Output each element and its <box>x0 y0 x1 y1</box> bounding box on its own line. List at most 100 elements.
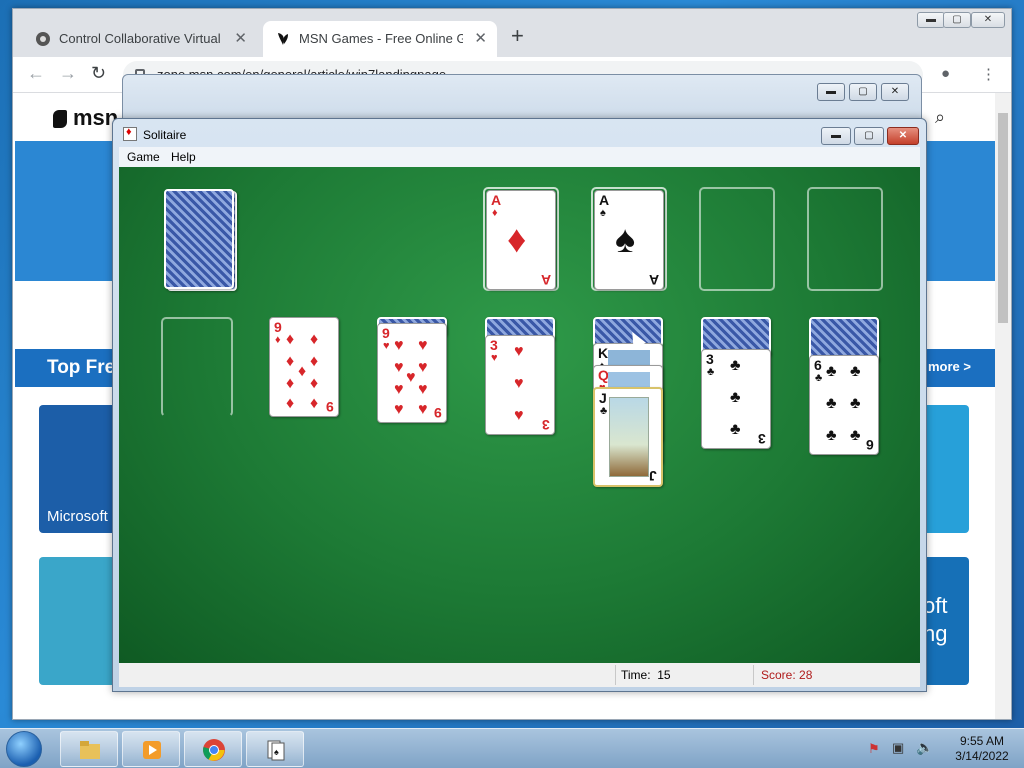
tab-strip: Control Collaborative Virtual Ma ✕ MSN G… <box>13 9 1011 57</box>
tableau-pile-1[interactable] <box>161 317 233 417</box>
club-icon: ♣ <box>826 395 837 412</box>
taskbar-chrome[interactable] <box>184 731 242 767</box>
heart-icon: ♥ <box>514 343 524 360</box>
club-icon: ♣ <box>730 357 741 374</box>
msn-butterfly-icon <box>278 33 288 45</box>
club-icon: ♣ <box>850 395 861 412</box>
taskbar-explorer[interactable] <box>60 731 118 767</box>
card-rank: K <box>598 345 609 361</box>
card-rank: 3 <box>758 431 766 447</box>
svg-text:♠: ♠ <box>274 747 279 757</box>
taskbar-solitaire[interactable]: ♠ <box>246 731 304 767</box>
card-rank: J <box>649 468 657 484</box>
menu-bar: Game Help <box>119 147 920 167</box>
foundation-2[interactable]: A ♠ ♠ A <box>591 187 667 291</box>
tab-control-collaborative[interactable]: Control Collaborative Virtual Ma ✕ <box>23 21 257 57</box>
network-icon[interactable]: ▣ <box>892 740 904 756</box>
menu-icon[interactable]: ⋮ <box>981 65 996 83</box>
card-suit: ♦ <box>492 207 498 219</box>
close-window-button[interactable]: ✕ <box>887 127 919 145</box>
reload-icon[interactable]: ↻ <box>91 63 106 84</box>
minimize-button[interactable]: ▬ <box>817 83 845 101</box>
menu-help[interactable]: Help <box>171 150 196 164</box>
tab-msn-games[interactable]: MSN Games - Free Online Games ✕ <box>263 21 497 57</box>
heart-icon: ♥ <box>418 401 428 418</box>
heart-icon: ♥ <box>394 337 404 354</box>
taskbar-media-player[interactable] <box>122 731 180 767</box>
heart-icon: ♥ <box>514 407 524 424</box>
card-rank: 3 <box>490 337 498 353</box>
club-icon: ♣ <box>826 363 837 380</box>
new-tab-button[interactable]: + <box>511 23 524 49</box>
tab-label: Control Collaborative Virtual Ma <box>59 31 223 46</box>
heart-icon: ♥ <box>394 359 404 376</box>
heart-icon: ♥ <box>418 337 428 354</box>
card[interactable]: 9 ♦ ♦ ♦ ♦ ♦ ♦ ♦ ♦ ♦ ♦ 9 <box>269 317 339 417</box>
msn-logo[interactable]: msn <box>53 105 118 131</box>
card-rank: 9 <box>326 399 334 415</box>
status-bar: Time: 15 Score: 28 <box>119 663 920 687</box>
back-icon[interactable]: ← <box>27 63 45 84</box>
foundation-4[interactable] <box>807 187 883 291</box>
card[interactable]: 3 ♣ ♣ ♣ ♣ 3 <box>701 349 771 449</box>
action-center-flag-icon[interactable]: ⚑ <box>868 741 880 757</box>
diamond-icon: ♦ <box>286 395 295 412</box>
card[interactable]: A ♦ ♦ A <box>486 190 556 290</box>
card[interactable]: 9 ♥ ♥ ♥ ♥ ♥ ♥ ♥ ♥ ♥ ♥ 9 <box>377 323 447 423</box>
close-window-button[interactable]: ✕ <box>881 83 909 101</box>
chrome-icon <box>203 739 225 761</box>
volume-icon[interactable]: 🔈 <box>916 739 933 756</box>
heart-icon: ♥ <box>394 381 404 398</box>
minimize-button[interactable]: ▬ <box>821 127 851 145</box>
more-link[interactable]: more > <box>928 359 971 374</box>
heart-icon: ♥ <box>394 401 404 418</box>
stock-pile-top[interactable] <box>164 189 234 289</box>
solitaire-window: Solitaire ▬ ▢ ✕ Game Help A ♦ ♦ A A ♠ ♠ … <box>112 118 927 692</box>
forward-icon[interactable]: → <box>59 63 77 84</box>
diamond-icon: ♦ <box>286 331 295 348</box>
clock[interactable]: 9:55 AM 3/14/2022 <box>952 734 1012 764</box>
maximize-button[interactable]: ▢ <box>854 127 884 145</box>
selected-card[interactable]: J ♣ J <box>593 387 663 487</box>
card-rank: 6 <box>866 437 874 453</box>
solitaire-cards-icon: ♠ <box>267 740 285 761</box>
time-display: Time: 15 <box>621 668 671 682</box>
diamond-icon: ♦ <box>310 331 319 348</box>
maximize-button[interactable]: ▢ <box>943 12 971 28</box>
maximize-button[interactable]: ▢ <box>849 83 877 101</box>
search-icon[interactable]: ⌕ <box>935 107 945 128</box>
clock-time: 9:55 AM <box>959 734 1005 748</box>
diamond-icon: ♦ <box>507 219 527 261</box>
card-rank: A <box>648 272 659 288</box>
heart-icon: ♥ <box>418 359 428 376</box>
card[interactable]: 3 ♥ ♥ ♥ ♥ 3 <box>485 335 555 435</box>
tab-label: MSN Games - Free Online Games <box>299 31 463 46</box>
diamond-icon: ♦ <box>310 395 319 412</box>
minimize-button[interactable]: ▬ <box>917 12 945 28</box>
menu-game[interactable]: Game <box>127 150 160 164</box>
foundation-3[interactable] <box>699 187 775 291</box>
card-suit: ♣ <box>707 366 715 378</box>
card-suit: ♣ <box>815 372 823 384</box>
card[interactable]: A ♠ ♠ A <box>594 190 664 290</box>
tile-caption: Microsoft <box>47 508 108 525</box>
close-icon[interactable]: ✕ <box>474 21 487 57</box>
status-separator <box>753 665 754 685</box>
foundation-1[interactable]: A ♦ ♦ A <box>483 187 559 291</box>
close-icon[interactable]: ✕ <box>234 21 247 57</box>
card-suit: ♦ <box>275 334 281 346</box>
profile-icon[interactable]: ● <box>941 65 950 82</box>
card-rank: 9 <box>274 319 282 335</box>
card-rank: 3 <box>542 417 550 433</box>
nest-art <box>609 397 649 477</box>
club-icon: ♣ <box>850 363 861 380</box>
system-tray: ⚑ ▣ 🔈 9:55 AM 3/14/2022 <box>854 729 1024 768</box>
card-suit: ♥ <box>383 340 390 352</box>
close-window-button[interactable]: ✕ <box>971 12 1005 28</box>
page-scrollbar[interactable] <box>995 93 1011 719</box>
card[interactable]: 6 ♣ ♣ ♣ ♣ ♣ ♣ ♣ 6 <box>809 355 879 455</box>
card-suit: ♠ <box>600 207 606 219</box>
card-suit: ♣ <box>600 405 608 417</box>
card-rank: 3 <box>706 351 714 367</box>
start-button[interactable] <box>6 731 42 767</box>
